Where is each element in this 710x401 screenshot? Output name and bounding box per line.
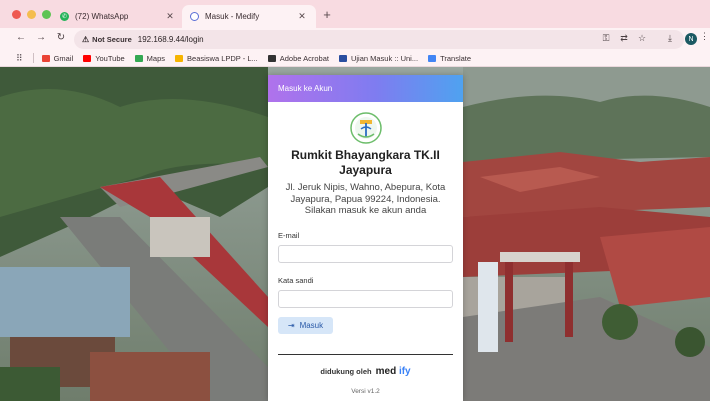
translate-page-icon[interactable]: ⇄ bbox=[618, 33, 630, 44]
bookmark-label: Maps bbox=[146, 53, 166, 63]
powered-by: didukung oleh med ify bbox=[268, 366, 463, 377]
bookmark-label: Ujian Masuk :: Uni... bbox=[350, 53, 419, 63]
bookmark-maps[interactable]: Maps bbox=[134, 53, 166, 63]
reload-icon[interactable]: ↻ bbox=[54, 32, 68, 43]
powered-by-text: didukung oleh bbox=[320, 366, 372, 376]
card-header: Masuk ke Akun bbox=[268, 75, 463, 102]
bookmark-gmail[interactable]: Gmail bbox=[41, 53, 74, 63]
menu-icon[interactable]: ⋮ bbox=[700, 31, 709, 42]
email-label: E-mail bbox=[278, 230, 300, 240]
password-key-icon[interactable]: ⚿ bbox=[600, 33, 612, 44]
login-button[interactable]: ⇥ Masuk bbox=[278, 316, 333, 334]
window-minimize-button[interactable] bbox=[27, 10, 36, 19]
browser-toolbar: ← → ↻ ⚠ Not Secure 192.168.9.44/login ⚿ … bbox=[0, 28, 710, 50]
whatsapp-icon: ✆ bbox=[60, 12, 69, 21]
brand-med: med bbox=[375, 365, 397, 377]
version-text: Versi v1.2 bbox=[351, 387, 380, 395]
bookmark-label: Adobe Acrobat bbox=[279, 53, 329, 63]
back-icon[interactable]: ← bbox=[14, 32, 28, 43]
email-field[interactable] bbox=[278, 244, 453, 263]
divider bbox=[278, 353, 453, 355]
brand-ify: ify bbox=[398, 365, 411, 377]
bookmark-lpdp[interactable]: Beasiswa LPDP - L... bbox=[175, 54, 258, 63]
login-button-label: Masuk bbox=[299, 320, 324, 330]
hospital-logo-icon bbox=[349, 112, 382, 144]
close-icon[interactable]: ✕ bbox=[296, 11, 308, 22]
url-text[interactable]: 192.168.9.44/login bbox=[138, 35, 204, 44]
security-label: Not Secure bbox=[92, 35, 132, 44]
hospital-address: Jl. Jeruk Nipis, Wahno, Abepura, Kota Ja… bbox=[285, 182, 446, 205]
acrobat-icon bbox=[267, 54, 276, 62]
bookmark-label: Translate bbox=[440, 53, 472, 63]
page-viewport: Masuk ke Akun Rumkit Bhayangkara TK.II J… bbox=[0, 67, 710, 401]
login-subtitle: Silakan masuk ke akun anda bbox=[304, 205, 427, 216]
bookmark-label: Gmail bbox=[53, 53, 74, 63]
security-indicator[interactable]: ⚠ Not Secure bbox=[82, 35, 132, 44]
window-close-button[interactable] bbox=[12, 10, 21, 19]
bookmark-youtube[interactable]: YouTube bbox=[83, 53, 125, 63]
close-icon[interactable]: ✕ bbox=[164, 11, 176, 22]
hospital-name: Rumkit Bhayangkara TK.II Jayapura bbox=[291, 148, 440, 177]
youtube-icon bbox=[83, 54, 92, 62]
bookmark-translate[interactable]: Translate bbox=[428, 54, 471, 63]
tab-title: Masuk - Medify bbox=[205, 12, 260, 21]
password-field[interactable] bbox=[278, 289, 453, 308]
tab-whatsapp[interactable]: ✆ (72) WhatsApp ✕ bbox=[52, 5, 184, 28]
maps-icon bbox=[134, 54, 143, 62]
password-label: Kata sandi bbox=[278, 275, 314, 285]
warning-icon: ⚠ bbox=[82, 35, 90, 44]
profile-avatar[interactable]: N bbox=[685, 33, 697, 45]
bookmark-label: Beasiswa LPDP - L... bbox=[187, 53, 258, 63]
tab-medify[interactable]: Masuk - Medify ✕ bbox=[182, 5, 316, 28]
bookmark-acrobat[interactable]: Adobe Acrobat bbox=[267, 53, 329, 63]
bookmark-star-icon[interactable]: ☆ bbox=[636, 33, 648, 44]
bookmark-ujian[interactable]: Ujian Masuk :: Uni... bbox=[338, 53, 419, 63]
apps-grid-icon[interactable]: ⠿ bbox=[16, 53, 23, 64]
sign-in-icon: ⇥ bbox=[287, 320, 295, 330]
new-tab-button[interactable]: + bbox=[320, 7, 334, 22]
bookmarks-bar: ⠿ Gmail YouTube Maps Beasiswa LPDP - L..… bbox=[0, 50, 710, 67]
translate-icon bbox=[428, 54, 437, 62]
bookmark-label: YouTube bbox=[95, 53, 125, 63]
medify-icon bbox=[190, 12, 199, 21]
forward-icon[interactable]: → bbox=[34, 32, 48, 43]
ujian-icon bbox=[338, 54, 347, 62]
gmail-icon bbox=[41, 54, 50, 62]
bookmark-separator bbox=[32, 53, 34, 63]
tab-strip: ✆ (72) WhatsApp ✕ Masuk - Medify ✕ + bbox=[0, 0, 710, 28]
tab-title: (72) WhatsApp bbox=[75, 12, 129, 21]
medify-brand: med ify bbox=[376, 366, 411, 377]
window-maximize-button[interactable] bbox=[42, 10, 51, 19]
login-card: Masuk ke Akun Rumkit Bhayangkara TK.II J… bbox=[268, 75, 463, 401]
address-bar[interactable]: ⚠ Not Secure 192.168.9.44/login bbox=[74, 30, 684, 49]
download-icon[interactable]: ⤓ bbox=[664, 33, 676, 44]
lpdp-icon bbox=[175, 54, 184, 62]
